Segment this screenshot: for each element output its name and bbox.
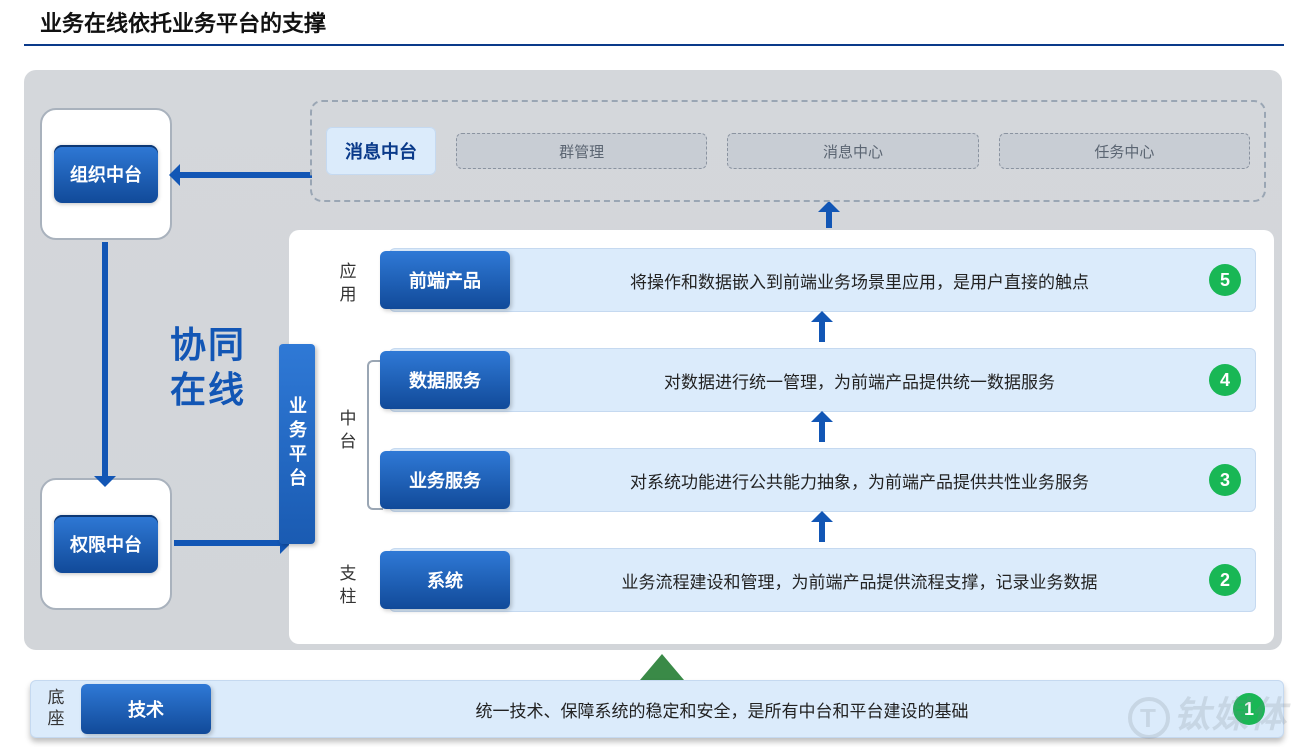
collab-online-label: 协同在线 (170, 322, 250, 412)
layer-badge: 5 (1209, 264, 1241, 296)
layer-badge: 4 (1209, 364, 1241, 396)
base-badge: 1 (1233, 693, 1265, 725)
section-base: 底座 (37, 688, 71, 730)
msg-item-center: 消息中心 (727, 133, 978, 169)
layer-label: 数据服务 (380, 351, 510, 409)
layer-label: 业务服务 (380, 451, 510, 509)
arrow-left-icon (174, 172, 312, 178)
arrow-right-icon (174, 540, 286, 546)
layer-system: 系统 业务流程建设和管理，为前端产品提供流程支撑，记录业务数据 2 (389, 548, 1256, 612)
layer-desc: 对系统功能进行公共能力抽象，为前端产品提供共性业务服务 (510, 468, 1209, 493)
layers-stage: 业务平台 应用 中台 支柱 前端产品 将操作和数据嵌入到前端业务场景里应用，是用… (289, 230, 1274, 644)
base-desc: 统一技术、保障系统的稳定和安全，是所有中台和平台建设的基础 (211, 697, 1233, 722)
message-center-label: 消息中台 (326, 127, 436, 175)
layer-badge: 2 (1209, 564, 1241, 596)
biz-platform-tab: 业务平台 (279, 344, 315, 544)
section-support: 支柱 (333, 552, 359, 622)
layer-desc: 业务流程建设和管理，为前端产品提供流程支撑，记录业务数据 (510, 568, 1209, 593)
org-center-box: 组织中台 (40, 108, 172, 240)
org-center-label: 组织中台 (54, 145, 158, 203)
layer-label: 系统 (380, 551, 510, 609)
msg-item-task: 任务中心 (999, 133, 1250, 169)
section-app: 应用 (333, 250, 359, 320)
layer-label: 前端产品 (380, 251, 510, 309)
base-layer: 底座 技术 统一技术、保障系统的稳定和安全，是所有中台和平台建设的基础 1 (30, 680, 1284, 738)
arrow-up-icon (819, 414, 825, 442)
arrow-up-icon (826, 204, 832, 228)
auth-center-label: 权限中台 (54, 515, 158, 573)
section-mid: 中台 (333, 362, 359, 502)
arrow-down-icon (102, 242, 108, 482)
arrow-up-icon (819, 514, 825, 542)
diagram-canvas: 组织中台 权限中台 协同在线 消息中台 群管理 消息中心 任务中心 业务平台 应… (24, 70, 1282, 650)
page-title: 业务在线依托业务平台的支撑 (40, 6, 326, 38)
message-center-bar: 消息中台 群管理 消息中心 任务中心 (310, 100, 1266, 202)
msg-item-group: 群管理 (456, 133, 707, 169)
title-underline (24, 44, 1284, 46)
layer-badge: 3 (1209, 464, 1241, 496)
arrow-up-large-icon (640, 654, 684, 680)
arrow-up-icon (819, 314, 825, 342)
layer-desc: 将操作和数据嵌入到前端业务场景里应用，是用户直接的触点 (510, 268, 1209, 293)
layer-desc: 对数据进行统一管理，为前端产品提供统一数据服务 (510, 368, 1209, 393)
base-label: 技术 (81, 684, 211, 734)
